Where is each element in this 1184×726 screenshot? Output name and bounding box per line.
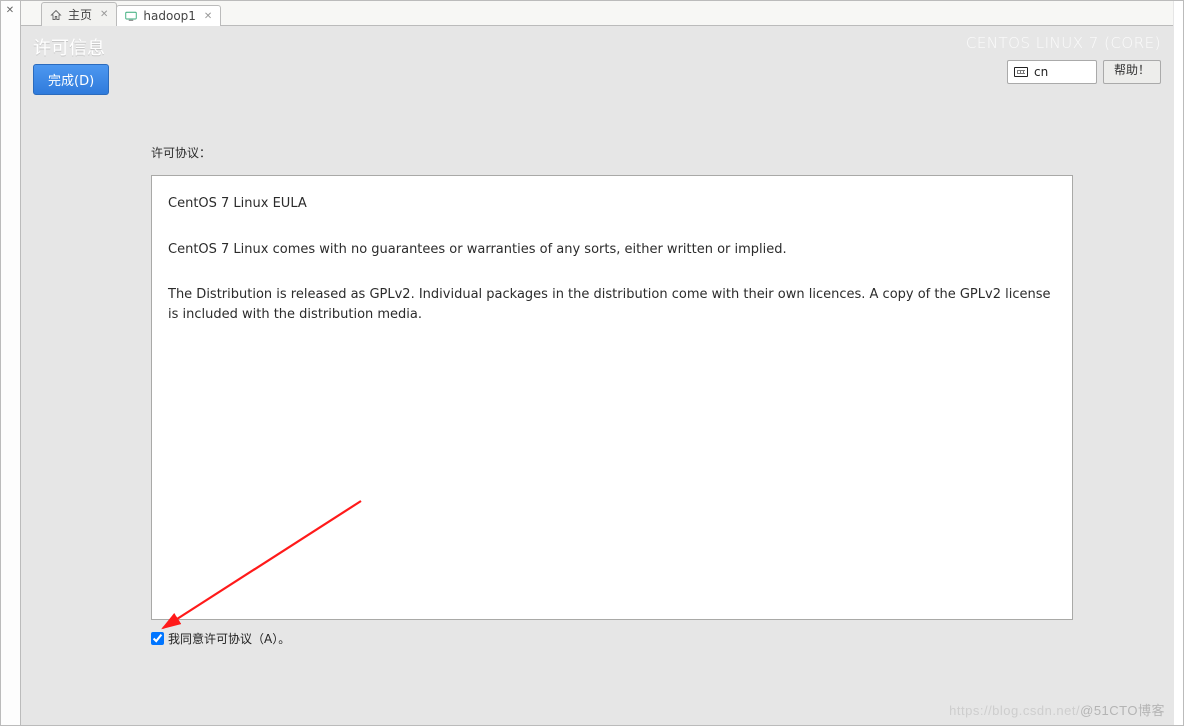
- eula-title: CentOS 7 Linux EULA: [168, 194, 1056, 214]
- keyboard-layout-selector[interactable]: cn: [1007, 60, 1097, 84]
- panel-close-button[interactable]: ✕: [1, 3, 19, 19]
- done-button[interactable]: 完成(D): [33, 64, 109, 95]
- os-label: CENTOS LINUX 7 (CORE): [966, 34, 1161, 52]
- home-icon: [50, 9, 62, 21]
- agree-label: 我同意许可协议（A）。: [168, 630, 290, 647]
- tab-strip: 主页 ✕ hadoop1 ✕: [21, 1, 1173, 26]
- tab-hadoop1[interactable]: hadoop1 ✕: [116, 5, 221, 26]
- left-gutter: ✕: [1, 1, 21, 725]
- vm-icon: [125, 10, 137, 22]
- tab-close-icon[interactable]: ✕: [204, 11, 212, 22]
- keyboard-icon: [1014, 67, 1028, 77]
- agree-row[interactable]: 我同意许可协议（A）。: [151, 630, 1073, 647]
- tab-home[interactable]: 主页 ✕: [41, 2, 117, 26]
- eula-text-box: CentOS 7 Linux EULA CentOS 7 Linux comes…: [151, 175, 1073, 620]
- keyboard-layout-label: cn: [1034, 65, 1048, 79]
- help-button[interactable]: 帮助！: [1103, 60, 1161, 84]
- installer-content: 许可信息 完成(D) CENTOS LINUX 7 (CORE) cn 帮助！ …: [21, 26, 1173, 725]
- license-section-label: 许可协议：: [151, 144, 1073, 161]
- watermark: https://blog.csdn.net/@51CTO博客: [949, 700, 1165, 719]
- agree-checkbox[interactable]: [151, 632, 164, 645]
- watermark-faint: https://blog.csdn.net/: [949, 703, 1080, 718]
- eula-paragraph: The Distribution is released as GPLv2. I…: [168, 285, 1056, 324]
- tab-close-icon[interactable]: ✕: [100, 9, 108, 20]
- tab-label: hadoop1: [143, 9, 196, 23]
- eula-paragraph: CentOS 7 Linux comes with no guarantees …: [168, 240, 1056, 260]
- tab-label: 主页: [68, 6, 92, 23]
- right-edge: [1173, 1, 1183, 725]
- watermark-text: @51CTO博客: [1080, 703, 1165, 718]
